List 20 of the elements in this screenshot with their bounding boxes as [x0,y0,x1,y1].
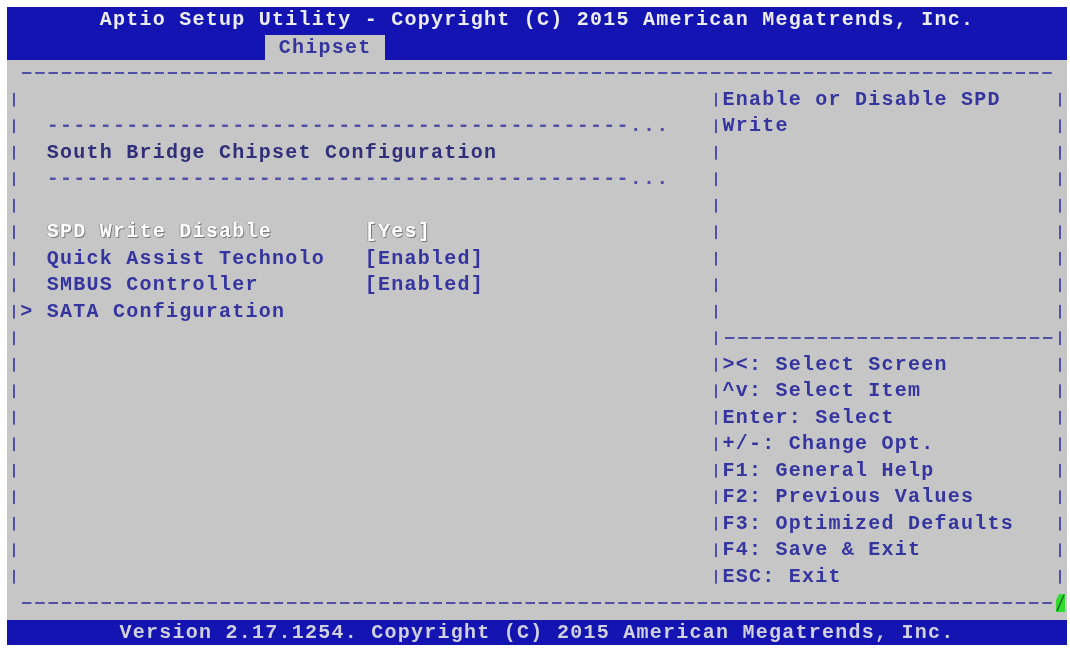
separator-text: --------------------------------------------... [46,113,670,139]
key-hint: F3: Optimized Defaults [722,510,1015,537]
separator-text: --------------------------------------------... [46,166,670,192]
key-hint: ESC: Exit [722,563,842,590]
submenu-item[interactable]: > SATA Configuration [20,298,286,325]
key-hint: F4: Save & Exit [722,537,922,563]
menu-item[interactable]: Quick Assist Technolo [Enabled] [46,245,485,272]
key-hint: F2: Previous Values [722,484,975,510]
setup-title: Aptio Setup Utility - Copyright (C) 2015 American Megatrends, Inc. [99,9,975,31]
key-hint: ^v: Select Item [722,378,922,404]
key-hint: F1: General Help [722,457,935,484]
key-hint: Enter: Select [722,404,895,431]
help-text: Enable or Disable SPD Write [722,86,1002,139]
copyright-text: Version 2.17.1254. Copyright (C) 2015 American Megatrends, Inc. [119,621,955,644]
section-heading: South Bridge Chipset Configuration [46,139,498,166]
key-hint: +/-: Change Opt. [722,431,935,457]
key-hint: ><: Select Screen [722,351,948,378]
tab[interactable]: Chipset [265,35,385,60]
cursor-icon [1056,594,1065,613]
menu-item[interactable]: SMBUS Controller [Enabled] [46,272,485,299]
